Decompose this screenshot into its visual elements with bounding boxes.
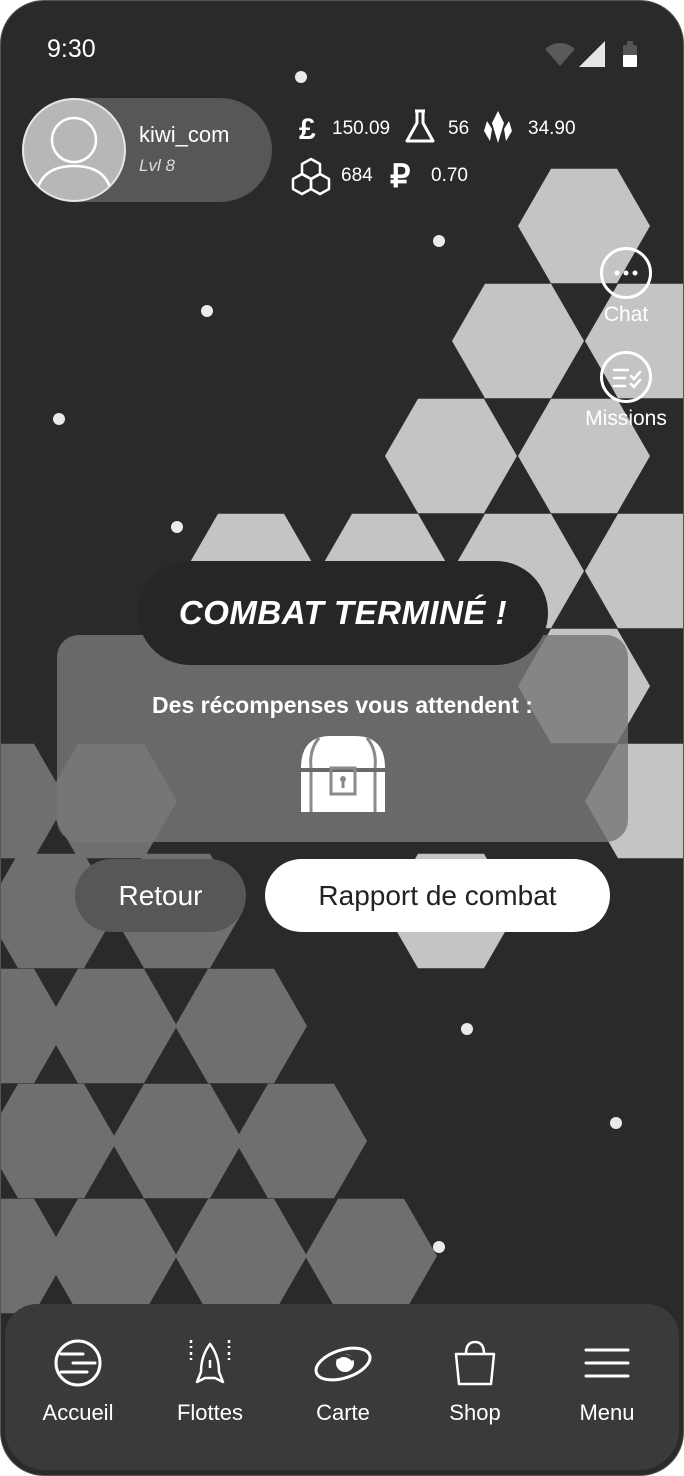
- star-dot: [433, 235, 445, 247]
- combat-finished-banner: COMBAT TERMINÉ !: [138, 561, 548, 665]
- resource-cubes: 684: [341, 165, 373, 186]
- nav-label-menu: Menu: [579, 1400, 635, 1425]
- pound-icon: £: [299, 113, 316, 146]
- hexagon-tile: [305, 1198, 437, 1314]
- nav-item-menu[interactable]: Menu: [547, 1304, 667, 1470]
- star-dot: [461, 1023, 473, 1035]
- hexagon-tile: [452, 283, 584, 399]
- nav-label-accueil: Accueil: [42, 1400, 114, 1425]
- star-dot: [295, 71, 307, 83]
- combat-report-button[interactable]: Rapport de combat: [265, 859, 610, 932]
- hexagon-tile: [585, 513, 683, 629]
- hexagon-tile: [235, 1083, 367, 1199]
- status-time: 9:30: [47, 35, 96, 63]
- hexagon-tile: [111, 1083, 243, 1199]
- star-dot: [171, 521, 183, 533]
- star-dot: [610, 1117, 622, 1129]
- rewards-message: Des récompenses vous attendent :: [152, 692, 533, 718]
- cubes-icon: [291, 157, 331, 196]
- hexagon-tile: [1, 968, 67, 1084]
- chat-dots-icon: [614, 270, 638, 276]
- shopping-bag-icon: [454, 1340, 496, 1386]
- resource-rubles: 0.70: [431, 165, 468, 186]
- user-silhouette-icon: [34, 116, 114, 197]
- star-dot: [201, 305, 213, 317]
- status-icons: [545, 41, 637, 67]
- nav-item-flottes[interactable]: Flottes: [150, 1304, 270, 1470]
- star-dot: [53, 413, 65, 425]
- resource-crystals: 34.90: [528, 118, 576, 139]
- hexagon-tile: [1, 1083, 117, 1199]
- hexagon-tile: [385, 398, 517, 514]
- bottom-navigation: Accueil Flottes Carte Shop Menu: [5, 1304, 679, 1470]
- phone-screen: 9:30 kiwi_com Lvl 8 £ 150.09 56 34.90 68…: [0, 0, 684, 1476]
- missions-button[interactable]: [600, 351, 652, 403]
- profile-card[interactable]: kiwi_com Lvl 8: [22, 98, 272, 202]
- resource-pounds: 150.09: [332, 118, 391, 139]
- potion-flask-icon: [405, 109, 435, 143]
- nav-item-shop[interactable]: Shop: [415, 1304, 535, 1470]
- nav-item-carte[interactable]: Carte: [283, 1304, 403, 1470]
- chat-button[interactable]: [600, 247, 652, 299]
- dialog-title: COMBAT TERMINÉ !: [178, 594, 508, 631]
- treasure-chest-icon[interactable]: [297, 728, 389, 820]
- hamburger-menu-icon: [584, 1348, 630, 1378]
- resource-potion: 56: [448, 118, 470, 139]
- avatar[interactable]: [22, 98, 126, 202]
- rewards-panel: Des récompenses vous attendent :: [57, 635, 628, 842]
- player-level: Lvl 8: [139, 156, 175, 175]
- missions-checklist-icon: [612, 368, 642, 389]
- signal-icon: [579, 41, 605, 67]
- galaxy-icon: [314, 1346, 372, 1382]
- nav-label-shop: Shop: [449, 1400, 501, 1425]
- hexagon-tile: [1, 1198, 67, 1314]
- nav-item-accueil[interactable]: Accueil: [18, 1304, 138, 1470]
- star-dot: [433, 1241, 445, 1253]
- rocket-icon: [189, 1340, 231, 1384]
- chat-label: Chat: [603, 303, 649, 326]
- wifi-icon: [545, 43, 575, 66]
- username: kiwi_com: [139, 122, 230, 147]
- missions-label: Missions: [585, 407, 667, 430]
- hexagon-tile: [175, 968, 307, 1084]
- nav-label-carte: Carte: [316, 1400, 370, 1425]
- ruble-icon: ₽: [390, 158, 411, 194]
- nav-label-flottes: Flottes: [176, 1400, 244, 1425]
- crystal-icon: [484, 111, 512, 143]
- back-button[interactable]: Retour: [75, 859, 246, 932]
- planet-icon: [54, 1339, 102, 1387]
- hexagon-tile: [175, 1198, 307, 1314]
